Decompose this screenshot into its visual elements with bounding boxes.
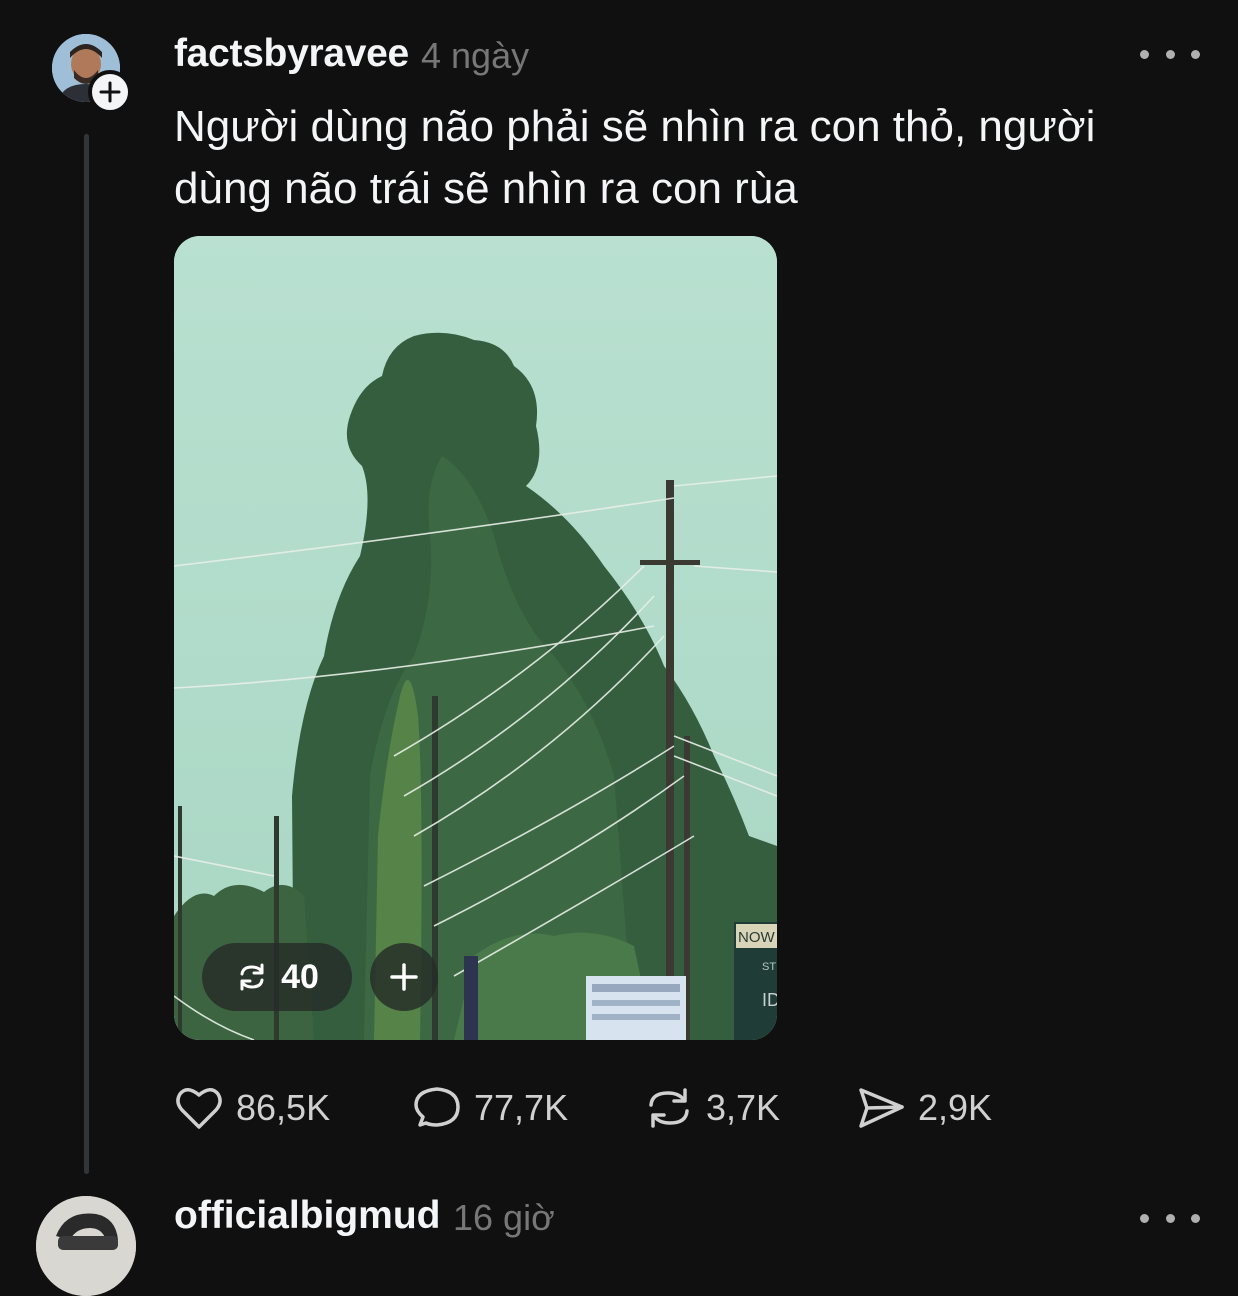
plus-icon [99, 81, 121, 103]
author-username[interactable]: factsbyravee [174, 30, 409, 78]
repost-button[interactable]: 3,7K [644, 1080, 780, 1136]
share-button[interactable]: 2,9K [856, 1080, 992, 1136]
send-icon [859, 1088, 904, 1128]
next-more-options-button[interactable] [1140, 1198, 1200, 1238]
plus-icon [390, 963, 418, 991]
post-timestamp: 4 ngày [421, 35, 530, 76]
media-repost-count-button[interactable]: 40 [202, 943, 352, 1011]
tree-photo-illustration: NOW ST ID [174, 236, 777, 1040]
heart-icon [176, 1088, 222, 1129]
repost-icon [240, 963, 264, 991]
media-add-button[interactable] [370, 943, 438, 1011]
comment-bubble-icon [414, 1087, 460, 1127]
next-post-timestamp: 16 giờ [453, 1197, 555, 1238]
post-caption: Người dùng não phải sẽ nhìn ra con thỏ, … [174, 102, 1096, 213]
sign-st-text: ST [762, 961, 776, 973]
more-dots-icon [1140, 49, 1149, 59]
comment-count: 77,7K [474, 1087, 569, 1128]
like-count: 86,5K [236, 1087, 331, 1128]
comment-button[interactable]: 77,7K [412, 1080, 568, 1136]
sign-id-text: ID [762, 990, 777, 1010]
post-photo[interactable]: NOW ST ID 40 [174, 236, 777, 1040]
follow-button[interactable] [88, 70, 132, 114]
more-dots-icon [1140, 1213, 1149, 1223]
sign-now-text: NOW [738, 929, 776, 946]
thread-connector-line [84, 134, 89, 1174]
share-count: 2,9K [918, 1087, 993, 1128]
repost-icon [649, 1088, 689, 1128]
more-options-button[interactable] [1140, 34, 1200, 74]
post-action-bar: 86,5K 77,7K 3,7K 2,9K [174, 1080, 1074, 1136]
next-author-avatar[interactable] [36, 1196, 136, 1296]
repost-count: 3,7K [706, 1087, 781, 1128]
media-repost-count: 40 [281, 957, 319, 996]
like-button[interactable]: 86,5K [174, 1080, 330, 1136]
next-thread-post: officialbigmud 16 giờ [0, 1180, 1238, 1296]
next-author-username[interactable]: officialbigmud [174, 1192, 441, 1240]
